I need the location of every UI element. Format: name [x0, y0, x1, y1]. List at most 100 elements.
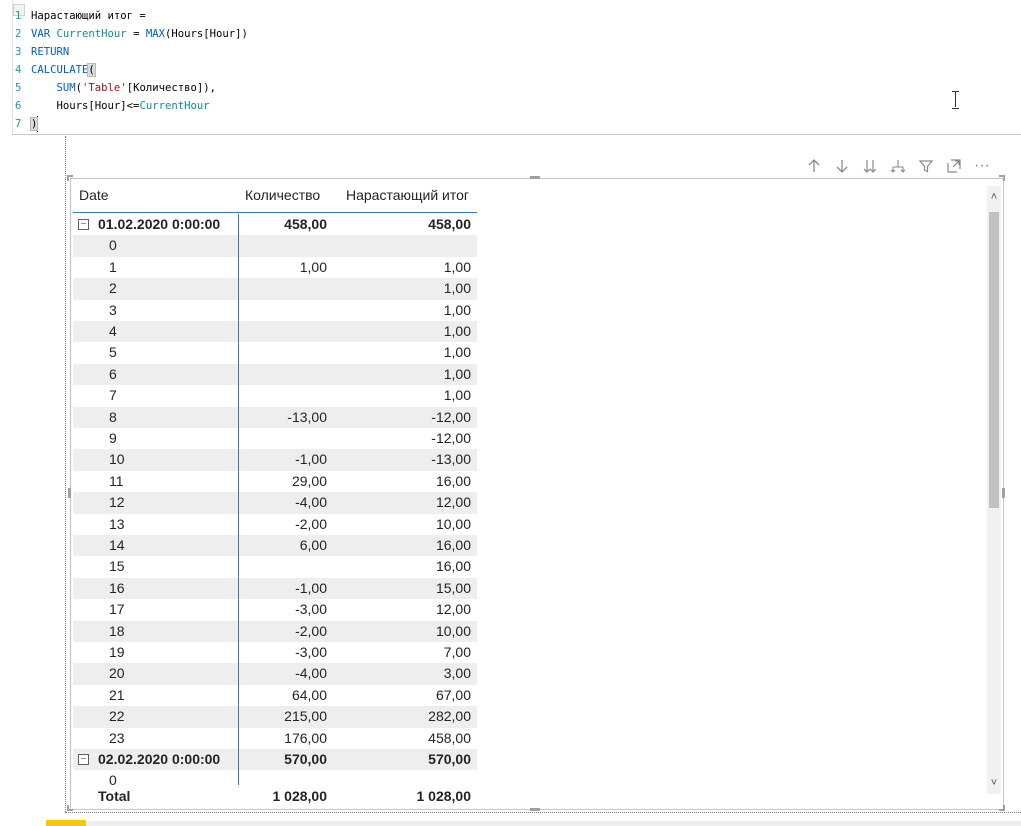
running-total-cell: 458,00 [428, 216, 471, 232]
table-row[interactable]: 6 1,00 [73, 363, 477, 386]
quantity-cell: -1,00 [295, 451, 327, 468]
table-row[interactable]: 17 -3,00 12,00 [73, 599, 477, 620]
running-total-cell: -13,00 [431, 451, 471, 468]
table-row[interactable]: 13 -2,00 10,00 [73, 514, 477, 535]
date-cell: 1 [109, 258, 117, 275]
double-arrow-down-icon[interactable] [856, 152, 884, 180]
code-token: Hours[Hour]<= [31, 100, 140, 112]
code-text[interactable]: RETURN [31, 43, 69, 61]
total-label: Total [98, 788, 131, 804]
date-cell: 2 [109, 280, 117, 297]
running-total-cell: 67,00 [435, 686, 471, 703]
date-cell: 19 [109, 644, 125, 660]
running-total-cell: 12,00 [435, 601, 471, 618]
quantity-cell: -13,00 [287, 408, 327, 425]
running-total-cell: -12,00 [431, 408, 471, 425]
table-row[interactable]: 14 6,00 16,00 [73, 535, 477, 557]
column-header-running-total[interactable]: Нарастающий итог [346, 187, 469, 203]
table-row[interactable]: 18 -2,00 10,00 [73, 620, 477, 642]
table-row[interactable]: 5 1,00 [73, 342, 477, 363]
code-token: (Hours[Hour]) [164, 28, 248, 40]
group-row[interactable]: −02.02.2020 0:00:00 570,00 570,00 [73, 749, 477, 771]
quantity-cell: 176,00 [284, 729, 327, 746]
table-row[interactable]: 15 16,00 [73, 556, 477, 577]
code-token: Нарастающий итог = [31, 10, 146, 22]
table-row[interactable]: 8 -13,00 -12,00 [73, 406, 477, 428]
date-cell: 3 [109, 301, 117, 318]
resize-handle-top-left[interactable] [67, 175, 73, 181]
table-row[interactable]: 21 64,00 67,00 [73, 685, 477, 706]
table-row[interactable]: 11 29,00 16,00 [73, 471, 477, 492]
table-row[interactable]: 9 -12,00 [73, 428, 477, 449]
quantity-cell: -2,00 [295, 515, 327, 532]
resize-handle-bottom-right[interactable] [999, 805, 1005, 811]
table-row[interactable]: 23 176,00 458,00 [73, 728, 477, 749]
date-cell: 7 [109, 387, 117, 404]
code-token: = [126, 28, 146, 40]
quantity-cell: 1,00 [299, 258, 327, 275]
quantity-cell: -2,00 [295, 622, 327, 639]
table-row[interactable]: 1 1,00 1,00 [73, 257, 477, 278]
page-tab-indicator[interactable] [46, 820, 86, 826]
collapse-icon[interactable]: − [78, 219, 89, 230]
arrow-up-icon[interactable] [800, 152, 828, 180]
code-text[interactable]: SUM('Table'[Количество]), [31, 79, 216, 97]
table-row[interactable]: 12 -4,00 12,00 [73, 492, 477, 514]
table-row[interactable]: 3 1,00 [73, 300, 477, 321]
table-row[interactable]: 16 -1,00 15,00 [73, 577, 477, 600]
code-text[interactable]: Hours[Hour]<=CurrentHour [31, 97, 210, 115]
column-header-quantity[interactable]: Количество [245, 187, 320, 203]
quantity-cell: -1,00 [295, 579, 327, 596]
dax-formula-editor[interactable]: 1 Нарастающий итог = 2 VAR CurrentHour = MA… [12, 0, 1021, 135]
collapse-icon[interactable]: − [78, 754, 89, 765]
resize-handle-bottom[interactable] [530, 808, 540, 811]
table-row[interactable]: 19 -3,00 7,00 [73, 642, 477, 663]
scroll-up-icon[interactable]: ˄ [987, 190, 1001, 204]
table-row[interactable]: 0 [73, 235, 477, 257]
text-caret [37, 116, 39, 132]
running-total-cell: 16,00 [435, 558, 471, 575]
code-text[interactable]: Нарастающий итог = [31, 7, 146, 25]
running-total-cell: 1,00 [443, 301, 471, 318]
table-row[interactable]: 20 -4,00 3,00 [73, 663, 477, 685]
vertical-scrollbar[interactable]: ˄ ˅ [987, 186, 1001, 794]
quantity-cell: -4,00 [295, 494, 327, 511]
expand-hierarchy-icon[interactable] [884, 152, 912, 180]
code-text[interactable]: ) [29, 115, 39, 133]
date-cell: 12 [109, 494, 125, 511]
quantity-cell: -3,00 [295, 644, 327, 660]
date-cell: 22 [109, 708, 125, 725]
text-cursor-icon [952, 90, 960, 109]
date-cell: 16 [109, 579, 125, 596]
date-cell: 10 [109, 451, 125, 468]
resize-handle-top[interactable] [530, 176, 540, 179]
resize-handle-left[interactable] [68, 488, 71, 498]
code-token: MAX [145, 28, 165, 40]
scroll-down-icon[interactable]: ˅ [987, 776, 1001, 790]
code-text[interactable]: VAR CurrentHour = MAX(Hours[Hour]) [31, 25, 248, 43]
resize-handle-top-right[interactable] [999, 175, 1005, 181]
arrow-down-icon[interactable] [828, 152, 856, 180]
more-options-icon[interactable]: ··· [968, 152, 996, 180]
scrollbar-thumb[interactable] [989, 212, 999, 508]
filter-icon[interactable] [912, 152, 940, 180]
date-cell: 5 [109, 344, 117, 361]
table-row[interactable]: 22 215,00 282,00 [73, 706, 477, 728]
running-total-cell: 1,00 [443, 258, 471, 275]
running-total-cell: 458,00 [428, 729, 471, 746]
quantity-cell: 570,00 [284, 751, 327, 767]
code-text[interactable]: CALCULATE( [31, 61, 96, 79]
column-header-date[interactable]: Date [79, 187, 109, 203]
date-cell: 20 [109, 665, 125, 682]
table-row[interactable]: 7 1,00 [73, 385, 477, 406]
date-cell: 01.02.2020 0:00:00 [98, 216, 221, 232]
code-token: CurrentHour [139, 100, 210, 112]
date-cell: 15 [109, 558, 125, 575]
resize-handle-right[interactable] [1002, 488, 1005, 498]
focus-mode-icon[interactable] [940, 152, 968, 180]
table-row[interactable]: 4 1,00 [73, 321, 477, 343]
table-row[interactable]: 10 -1,00 -13,00 [73, 449, 477, 471]
table-row[interactable]: 2 1,00 [73, 278, 477, 300]
group-row[interactable]: −01.02.2020 0:00:00 458,00 458,00 [73, 214, 477, 235]
total-quantity: 1 028,00 [272, 788, 328, 804]
